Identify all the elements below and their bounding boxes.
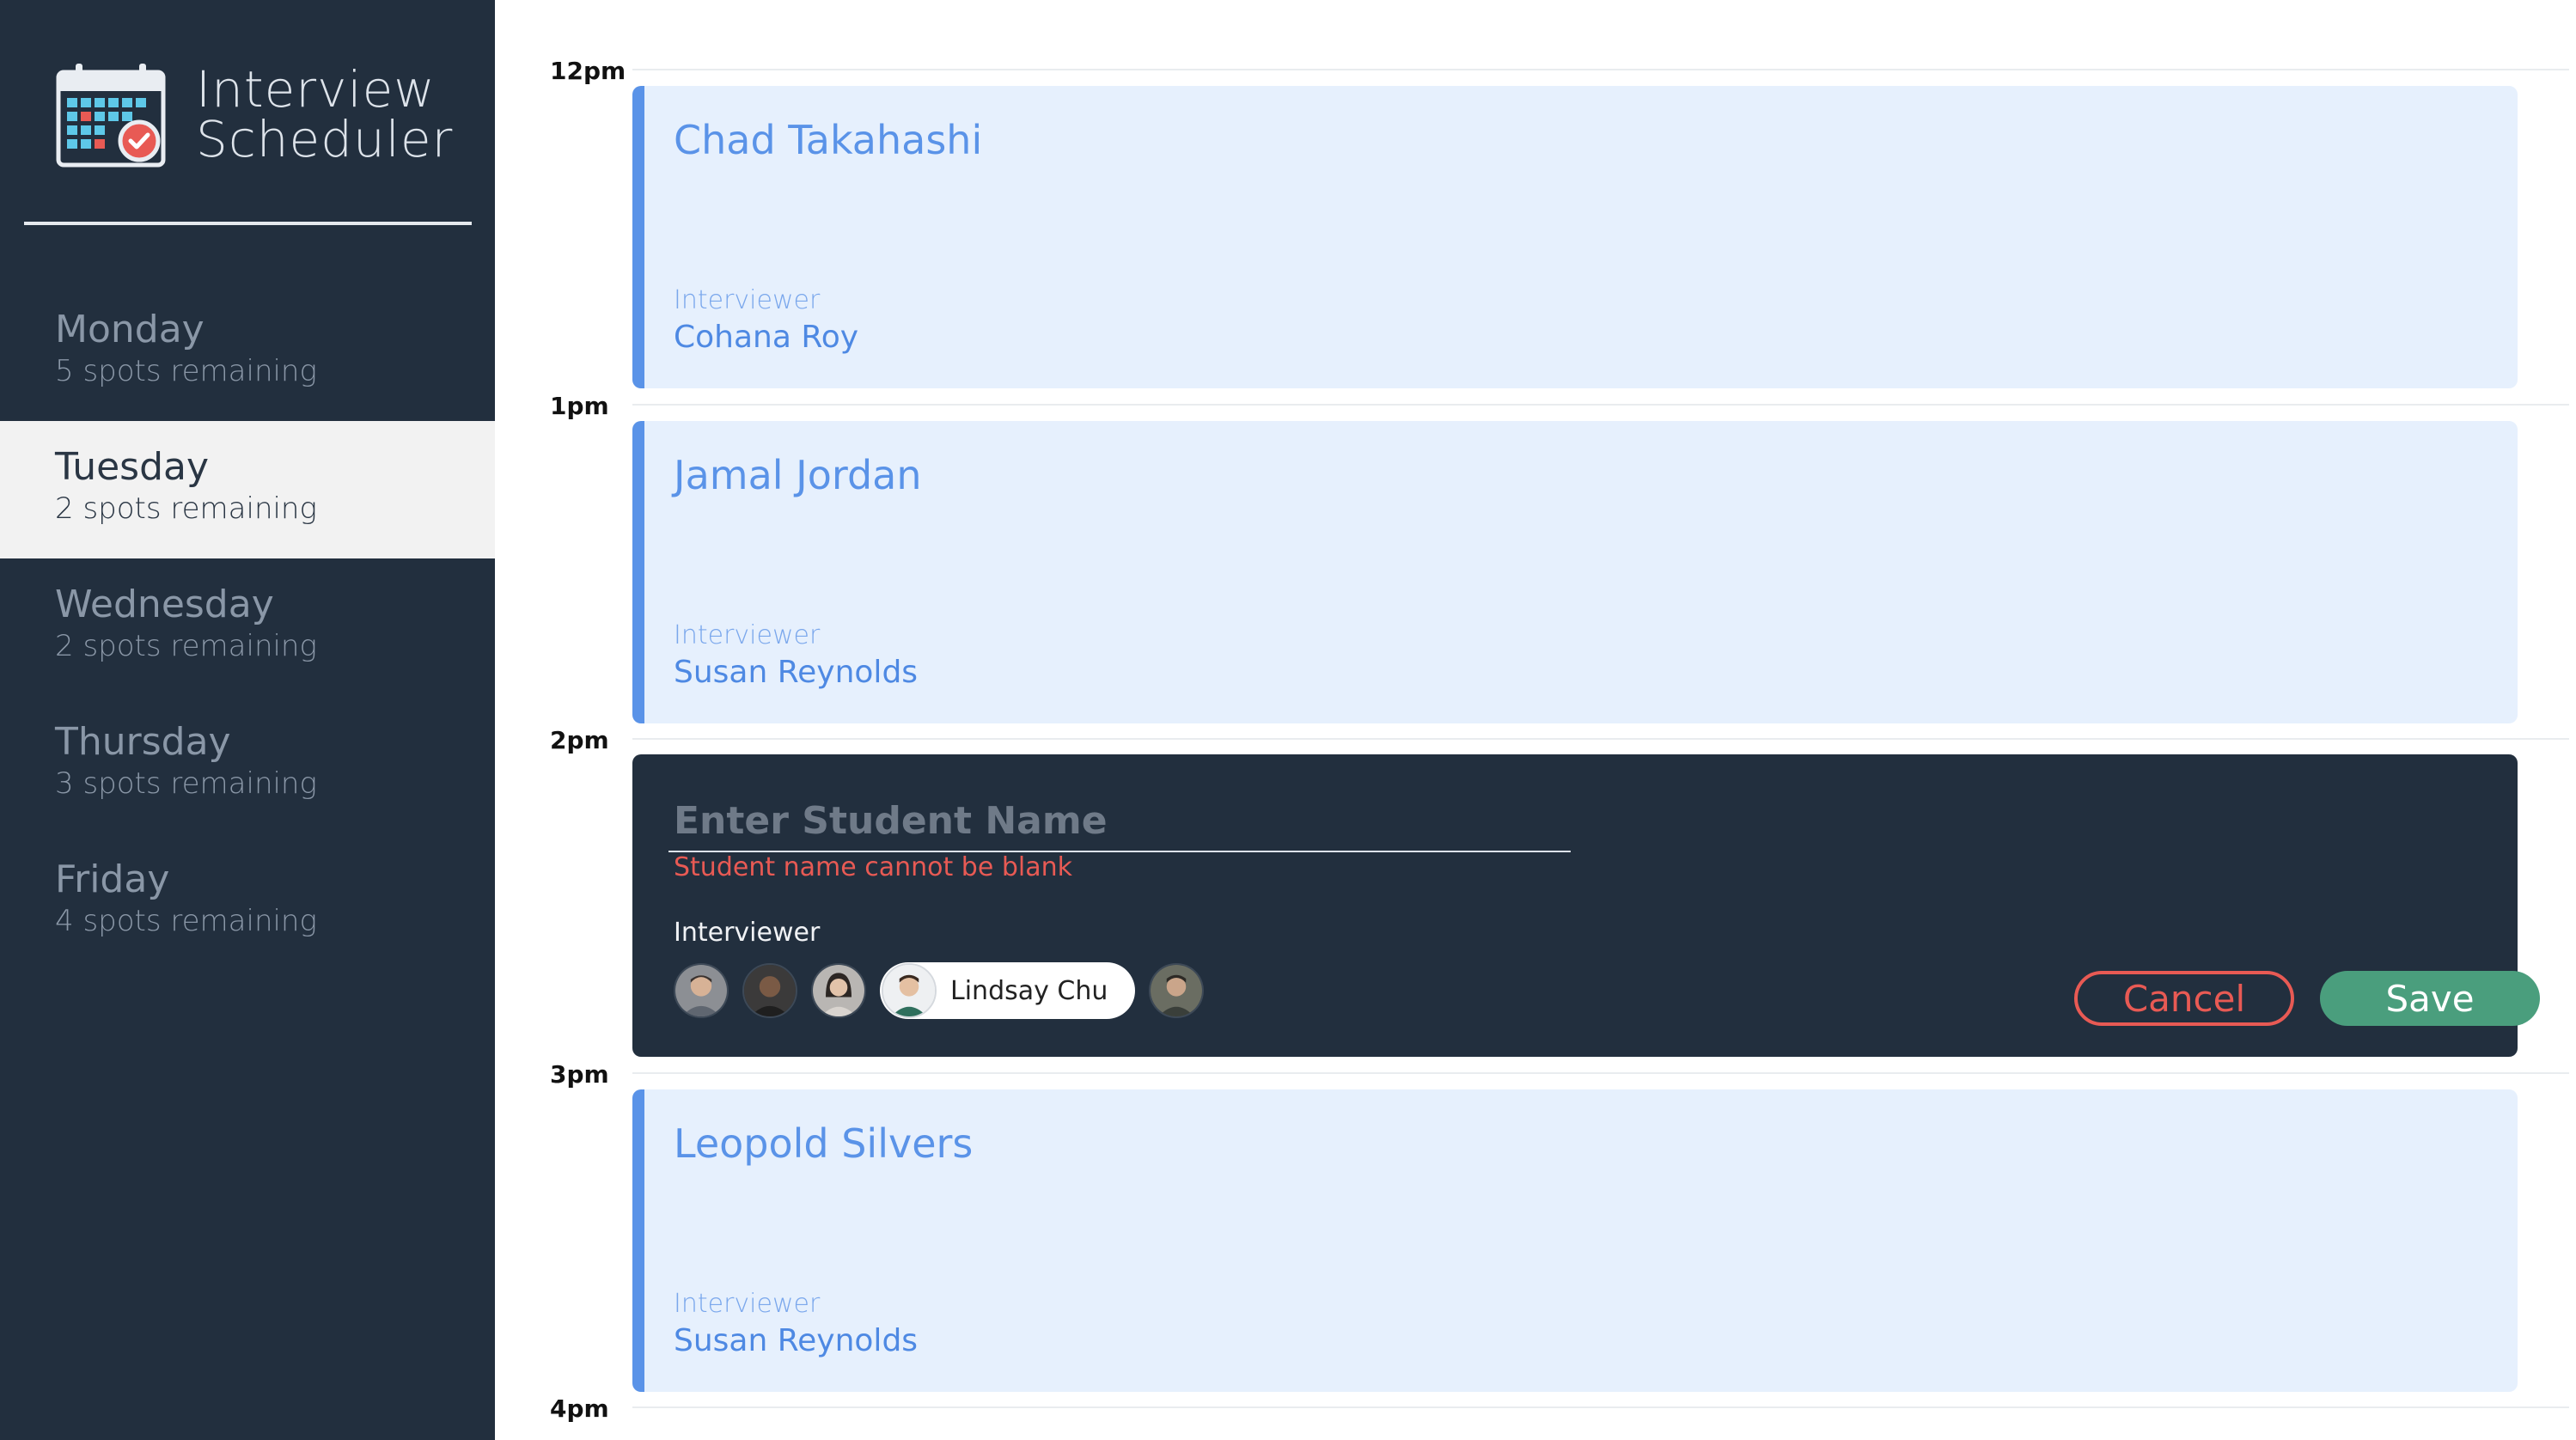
time-divider [632,69,2569,70]
time-divider [632,1072,2569,1074]
day-name: Friday [55,857,170,901]
cancel-button[interactable]: Cancel [2074,971,2294,1026]
calendar-check-icon [56,64,166,168]
interviewer-label: Interviewer [674,918,821,948]
person-avatar-icon [744,965,796,1016]
interviewer-name: Susan Reynolds [674,655,919,690]
app-title: Interview Scheduler [196,64,453,164]
interviewer-label: Interviewer [674,285,821,315]
sidebar: Interview Scheduler Monday 5 spots remai… [0,0,495,1440]
interviewer-label: Interviewer [674,620,821,650]
appointment-card[interactable]: Chad Takahashi Interviewer Cohana Roy [632,86,2518,388]
day-item-wednesday[interactable]: Wednesday 2 spots remaining [0,558,495,696]
interviewer-avatar[interactable] [674,963,729,1018]
time-label: 1pm [550,392,609,420]
student-name: Chad Takahashi [674,117,983,163]
sidebar-divider [24,222,472,225]
time-divider [632,1406,2569,1408]
person-avatar-icon [813,965,864,1016]
day-spots: 3 spots remaining [55,766,317,801]
interviewer-avatar[interactable] [742,963,797,1018]
interviewer-name: Susan Reynolds [674,1323,919,1358]
student-name-input[interactable] [668,790,1571,852]
schedule: 12pm 1pm 2pm 3pm 4pm Chad Takahashi Inte… [495,0,2576,1440]
time-label: 12pm [550,57,626,85]
interviewer-avatar [882,963,937,1018]
day-spots: 5 spots remaining [55,354,317,388]
appointment-form: Student name cannot be blank Interviewer [632,754,2540,1057]
time-label: 2pm [550,726,609,754]
validation-error: Student name cannot be blank [674,852,1072,882]
interviewer-avatar[interactable] [811,963,866,1018]
day-item-thursday[interactable]: Thursday 3 spots remaining [0,696,495,833]
day-spots: 4 spots remaining [55,904,317,938]
student-name: Leopold Silvers [674,1120,974,1167]
day-item-tuesday[interactable]: Tuesday 2 spots remaining [0,421,495,558]
appointment-card[interactable]: Jamal Jordan Interviewer Susan Reynolds [632,421,2518,723]
day-item-friday[interactable]: Friday 4 spots remaining [0,833,495,971]
day-list: Monday 5 spots remaining Tuesday 2 spots… [0,284,495,971]
student-name: Jamal Jordan [674,452,922,498]
day-spots: 2 spots remaining [55,491,317,526]
interviewer-label: Interviewer [674,1289,821,1319]
app-title-line1: Interview [196,60,436,119]
appointment-card[interactable]: Leopold Silvers Interviewer Susan Reynol… [632,1089,2518,1392]
person-avatar-icon [675,965,727,1016]
time-divider [632,738,2569,740]
person-avatar-icon [883,965,935,1016]
time-label: 3pm [550,1060,609,1089]
time-label: 4pm [550,1394,609,1423]
day-item-monday[interactable]: Monday 5 spots remaining [0,284,495,421]
day-spots: 2 spots remaining [55,629,317,663]
day-name: Thursday [55,720,231,764]
day-name: Tuesday [55,445,210,489]
interviewer-selected-name: Lindsay Chu [950,975,1108,1006]
interviewer-list: Lindsay Chu [674,962,1218,1019]
app-logo: Interview Scheduler [55,60,453,168]
interviewer-selected[interactable]: Lindsay Chu [880,962,1136,1019]
day-name: Wednesday [55,583,274,626]
interviewer-avatar[interactable] [1149,963,1205,1018]
app-title-line2: Scheduler [196,110,454,168]
time-divider [632,404,2569,406]
person-avatar-icon [1151,965,1203,1016]
day-name: Monday [55,308,204,351]
interviewer-name: Cohana Roy [674,320,859,355]
save-button[interactable]: Save [2320,971,2540,1026]
